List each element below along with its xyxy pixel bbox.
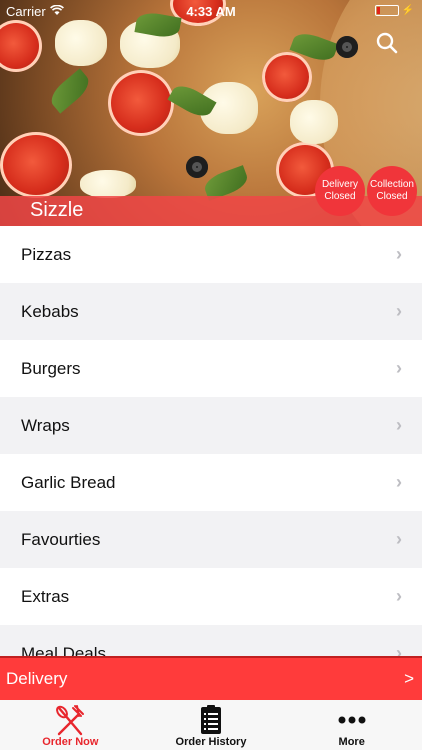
tab-order-now[interactable]: Order Now (0, 700, 141, 750)
delivery-status-line2: Closed (324, 191, 356, 202)
category-row-burgers[interactable]: Burgers › (0, 340, 422, 397)
category-row-wraps[interactable]: Wraps › (0, 397, 422, 454)
category-label: Wraps (21, 415, 70, 435)
chevron-right-icon: › (396, 586, 402, 606)
category-label: Extras (21, 586, 70, 606)
delivery-status-badge: Delivery Closed (315, 166, 365, 216)
restaurant-name: Sizzle (30, 199, 84, 221)
status-bar: Carrier 4:33 AM ⚡ (0, 0, 422, 22)
mozzarella (55, 20, 107, 66)
chevron-right-icon: › (396, 301, 402, 321)
tomato-slice (0, 132, 72, 198)
chevron-right-icon: › (396, 472, 402, 492)
battery-icon: ⚡ (374, 5, 414, 16)
chevron-right-icon: › (396, 529, 402, 549)
tab-more[interactable]: More (281, 700, 422, 750)
category-row-kebabs[interactable]: Kebabs › (0, 283, 422, 340)
collection-status-line1: Collection (370, 179, 414, 190)
olive (336, 36, 358, 58)
category-row-garlic-bread[interactable]: Garlic Bread › (0, 454, 422, 511)
tomato-slice (108, 70, 174, 136)
basil-leaf (46, 68, 94, 114)
chevron-right-icon: › (396, 244, 402, 264)
category-label: Favourties (21, 529, 101, 549)
delivery-mode-arrow: > (404, 669, 414, 688)
category-row-favourites[interactable]: Favourties › (0, 511, 422, 568)
olive (186, 156, 208, 178)
tab-label: More (338, 736, 365, 748)
delivery-mode-button[interactable]: Delivery > (0, 656, 422, 700)
collection-status-line2: Closed (376, 191, 408, 202)
tab-bar: Order Now Order History More (0, 700, 422, 750)
category-label: Meal Deals (21, 643, 107, 657)
tab-order-history[interactable]: Order History (141, 700, 282, 750)
collection-status-badge: Collection Closed (367, 166, 417, 216)
category-row-pizzas[interactable]: Pizzas › (0, 226, 422, 283)
chevron-right-icon: › (396, 643, 402, 656)
search-icon[interactable] (376, 32, 398, 54)
tomato-slice (262, 52, 312, 102)
more-dots-icon (338, 704, 366, 736)
charging-icon: ⚡ (401, 5, 414, 16)
category-row-extras[interactable]: Extras › (0, 568, 422, 625)
hero-banner: Carrier 4:33 AM ⚡ Sizzle Delivery Closed (0, 0, 422, 226)
mozzarella (290, 100, 338, 144)
category-label: Burgers (21, 358, 81, 378)
category-row-meal-deals[interactable]: Meal Deals › (0, 625, 422, 656)
receipt-icon (200, 704, 222, 736)
mozzarella (80, 170, 136, 198)
delivery-mode-label: Delivery (6, 669, 68, 688)
chevron-right-icon: › (396, 415, 402, 435)
delivery-status-line1: Delivery (321, 179, 359, 190)
category-label: Garlic Bread (21, 472, 116, 492)
category-label: Kebabs (21, 301, 79, 321)
fork-knife-icon (53, 704, 87, 736)
clock: 4:33 AM (186, 3, 236, 19)
tab-label: Order Now (42, 736, 99, 748)
category-label: Pizzas (21, 244, 72, 264)
chevron-right-icon: › (396, 358, 402, 378)
category-list[interactable]: Pizzas › Kebabs › Burgers › Wraps › Garl… (0, 226, 422, 656)
tab-label: Order History (175, 736, 247, 748)
tomato-slice (0, 20, 42, 72)
